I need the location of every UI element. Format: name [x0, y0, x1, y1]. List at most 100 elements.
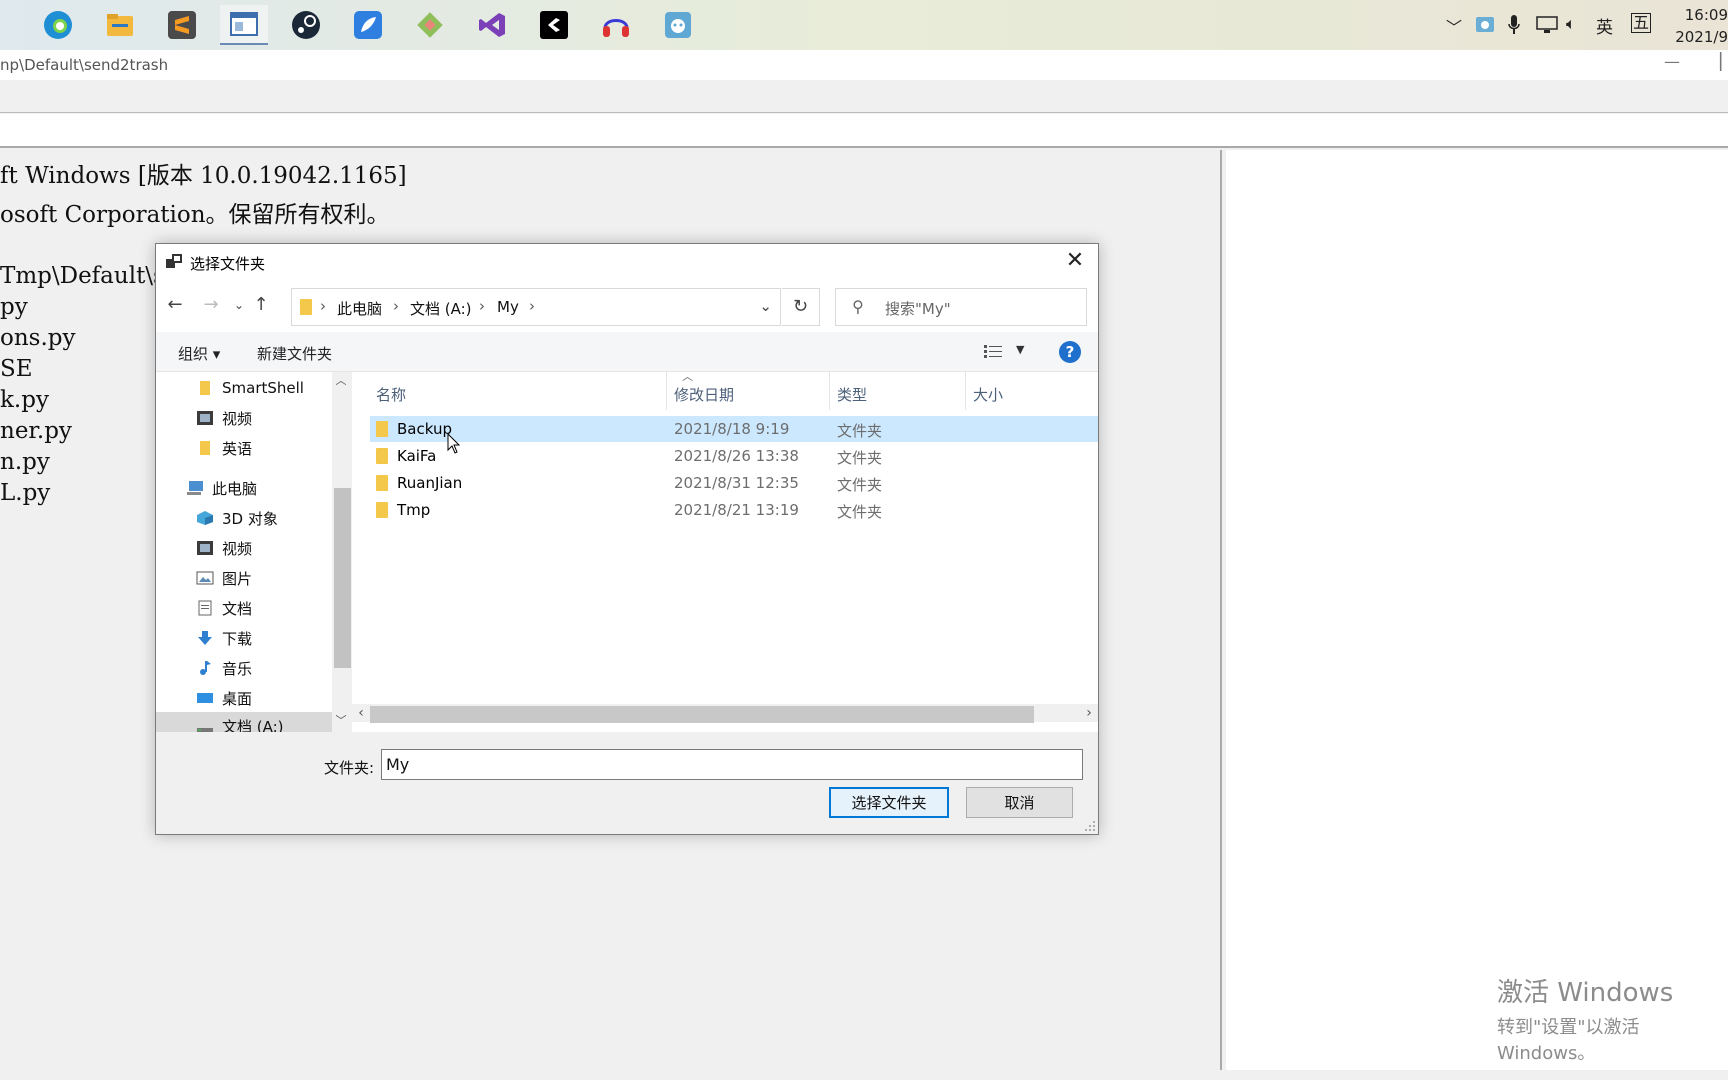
refresh-button[interactable]: ↻ [782, 288, 820, 326]
scroll-right-icon[interactable]: › [1080, 704, 1098, 722]
taskbar-app-git[interactable] [406, 5, 454, 45]
taskbar-app-window[interactable] [220, 5, 268, 45]
close-button[interactable]: ✕ [1062, 248, 1088, 274]
console-line: Tmp\Default\s [0, 263, 165, 289]
row-date: 2021/8/26 13:38 [674, 447, 799, 465]
view-details-icon[interactable] [984, 344, 1002, 360]
scrollbar-thumb[interactable] [334, 488, 351, 668]
taskbar-app-feather[interactable] [344, 5, 392, 45]
ime-language-indicator[interactable]: 英 [1596, 13, 1613, 38]
music-icon [196, 660, 214, 676]
sublime-text-icon [168, 11, 196, 39]
table-row[interactable]: Tmp 2021/8/21 13:19 文件夹 [370, 497, 1098, 523]
folder-name-input[interactable] [381, 749, 1083, 780]
breadcrumb-chevron-icon[interactable]: › [393, 297, 399, 315]
nav-item-music[interactable]: 音乐 [196, 654, 332, 682]
partial-window-button[interactable]: ▏ [1720, 52, 1728, 71]
taskbar-app-unity[interactable] [530, 5, 578, 45]
column-header-date[interactable]: 修改日期 [674, 384, 734, 405]
breadcrumb-this-pc[interactable]: 此电脑 [337, 298, 382, 319]
column-divider[interactable] [829, 372, 830, 410]
scroll-down-icon[interactable]: ﹀ [332, 712, 350, 730]
nav-item-this-pc[interactable]: 此电脑 [186, 474, 332, 502]
breadcrumb-chevron-icon[interactable]: › [479, 297, 485, 315]
taskbar-app-steam[interactable] [282, 5, 330, 45]
organize-menu[interactable]: 组织 ▾ [178, 343, 220, 364]
nav-item-pictures[interactable]: 图片 [196, 564, 332, 592]
table-row[interactable]: Backup 2021/8/18 9:19 文件夹 [370, 416, 1098, 442]
minimize-button[interactable]: — [1664, 52, 1680, 71]
volume-icon[interactable]: 🔈︎ [1566, 14, 1576, 34]
column-divider[interactable] [965, 372, 966, 410]
taskbar-app-file-explorer[interactable] [96, 5, 144, 45]
cancel-button[interactable]: 取消 [966, 787, 1073, 818]
column-header-size[interactable]: 大小 [973, 384, 1003, 405]
network-icon[interactable] [1536, 15, 1558, 35]
nav-item-drive-a[interactable]: 文档 (A:) [156, 712, 332, 732]
taskbar-app-edge[interactable] [34, 5, 82, 45]
documents-icon [196, 600, 214, 616]
search-box[interactable]: ⚲ 搜索"My" [835, 288, 1087, 326]
view-options-dropdown-icon[interactable]: ▼ [1016, 343, 1024, 356]
column-header-type[interactable]: 类型 [837, 384, 867, 405]
search-icon: ⚲ [852, 297, 864, 316]
window-input-strip [0, 114, 1728, 148]
chevron-up-icon[interactable]: ﹀ [1446, 14, 1462, 38]
nav-item-video[interactable]: 视频 [196, 534, 332, 562]
row-name: RuanJian [397, 474, 463, 492]
tray-app-icon[interactable] [1475, 14, 1495, 34]
breadcrumb-chevron-icon[interactable]: › [320, 297, 326, 315]
table-row[interactable]: KaiFa 2021/8/26 13:38 文件夹 [370, 443, 1098, 469]
nav-item-video[interactable]: 视频 [196, 404, 332, 432]
table-row[interactable]: RuanJian 2021/8/31 12:35 文件夹 [370, 470, 1098, 496]
breadcrumb-drive[interactable]: 文档 (A:) [410, 298, 472, 319]
help-icon[interactable]: ? [1059, 341, 1081, 363]
desktop-icon [196, 690, 214, 706]
file-list-horizontal-scrollbar[interactable]: ‹ › [352, 704, 1098, 723]
scroll-left-icon[interactable]: ‹ [352, 704, 370, 722]
file-list: ︿ 名称 修改日期 类型 大小 Backup 2021/8/18 9:19 文件… [352, 372, 1098, 732]
nav-item-downloads[interactable]: 下载 [196, 624, 332, 652]
recent-locations-chevron-icon[interactable]: ⌄ [228, 294, 250, 316]
column-divider[interactable] [666, 372, 667, 410]
nav-item-label: 下载 [222, 629, 253, 648]
clock[interactable]: 16:09 2021/9 [1675, 4, 1728, 48]
partial-taskbar-app[interactable]: ) [0, 5, 20, 45]
nav-item-label: 视频 [222, 539, 253, 558]
select-folder-button[interactable]: 选择文件夹 [829, 787, 949, 818]
sort-ascending-icon: ︿ [682, 372, 693, 383]
navigation-pane-scrollbar[interactable]: ︿ ﹀ [332, 372, 351, 732]
nav-item-desktop[interactable]: 桌面 [196, 684, 332, 712]
console-line: ons.py [0, 325, 76, 351]
refresh-icon: ↻ [792, 296, 809, 317]
taskbar-app-live-chat[interactable] [654, 5, 702, 45]
address-bar[interactable]: › 此电脑 › 文档 (A:) › My › ⌄ [291, 288, 781, 326]
search-input[interactable]: 搜索"My" [885, 298, 951, 319]
microphone-icon[interactable] [1507, 14, 1521, 36]
chevron-down-icon[interactable]: ⌄ [759, 297, 772, 315]
new-folder-button[interactable]: 新建文件夹 [257, 343, 332, 364]
ime-mode-indicator[interactable]: 五 [1631, 13, 1652, 33]
visual-studio-icon [479, 13, 505, 37]
nav-item-english[interactable]: 英语 [196, 434, 332, 462]
back-arrow-icon[interactable]: ← [164, 294, 186, 316]
window-app-icon [230, 12, 258, 36]
taskbar-app-sublime[interactable] [158, 5, 206, 45]
partial-icon: ) [0, 10, 6, 40]
breadcrumb-chevron-icon[interactable]: › [529, 297, 535, 315]
taskbar-app-headphones[interactable] [592, 5, 640, 45]
scroll-up-icon[interactable]: ︿ [332, 372, 350, 390]
column-header-name[interactable]: 名称 [376, 384, 406, 405]
select-folder-dialog: 选择文件夹 ✕ ← → ⌄ ↑ › 此电脑 › 文档 (A:) › My › ⌄… [155, 243, 1099, 835]
breadcrumb-my[interactable]: My [497, 298, 519, 316]
nav-item-smartshell[interactable]: SmartShell [196, 374, 332, 402]
nav-item-documents[interactable]: 文档 [196, 594, 332, 622]
resize-grip-icon[interactable] [1084, 820, 1096, 832]
up-arrow-icon[interactable]: ↑ [250, 294, 272, 316]
watermark-title: 激活 Windows [1497, 978, 1674, 1008]
nav-item-label: 英语 [222, 439, 253, 458]
forward-arrow-icon[interactable]: → [200, 294, 222, 316]
taskbar-app-visual-studio[interactable] [468, 5, 516, 45]
nav-item-3d-objects[interactable]: 3D 对象 [196, 504, 332, 532]
scrollbar-thumb[interactable] [370, 706, 1034, 723]
